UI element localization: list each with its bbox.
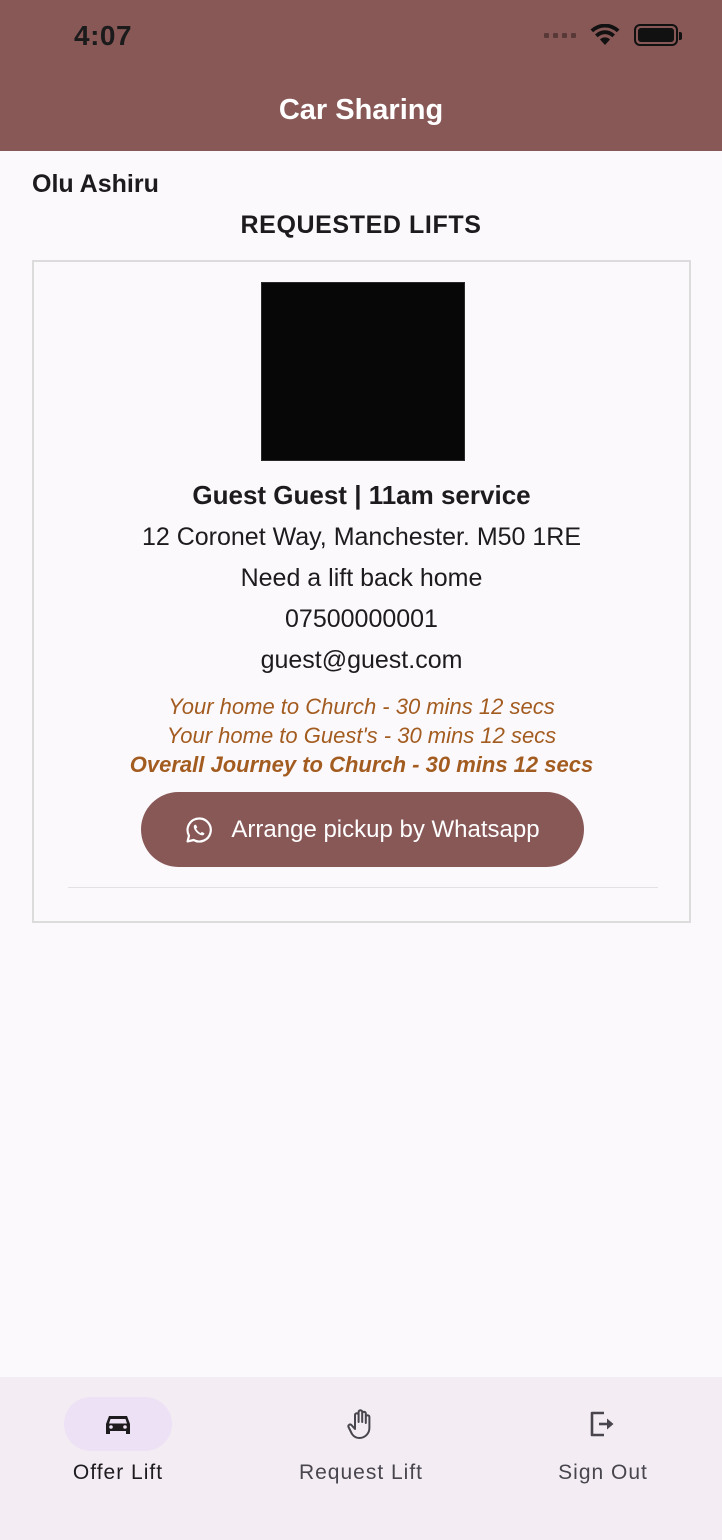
nav-offer-lift[interactable]: Offer Lift: [18, 1397, 218, 1497]
wifi-icon: [590, 24, 620, 45]
status-time: 4:07: [74, 20, 133, 51]
nav-sign-out[interactable]: Sign Out: [503, 1397, 703, 1497]
car-icon: [106, 1416, 130, 1434]
guest-photo: [261, 282, 465, 461]
lift-note: Need a lift back home: [240, 564, 483, 592]
hand-icon: [347, 1409, 371, 1439]
nav-request-lift[interactable]: Request Lift: [261, 1397, 461, 1497]
lift-request-card: Guest Guest | 11am service 12 Coronet Wa…: [32, 260, 691, 923]
guest-phone: 07500000001: [285, 605, 438, 633]
journey-home-to-church: Your home to Church - 30 mins 12 secs: [168, 694, 555, 719]
journey-home-to-guest: Your home to Guest's - 30 mins 12 secs: [166, 723, 557, 748]
user-name: Olu Ashiru: [32, 170, 159, 198]
logout-icon: [590, 1411, 614, 1437]
cellular-signal-icon: [544, 32, 576, 38]
app-title: Car Sharing: [278, 94, 444, 126]
guest-address: 12 Coronet Way, Manchester. M50 1RE: [141, 523, 582, 551]
guest-name-service: Guest Guest | 11am service: [192, 480, 531, 510]
screen: 4:07 Car Sharing Olu Ashiru REQUESTED LI…: [0, 0, 722, 1540]
battery-icon: [634, 24, 682, 46]
journey-overall: Overall Journey to Church - 30 mins 12 s…: [129, 752, 594, 777]
whatsapp-icon: [186, 816, 213, 843]
bottom-navigation: Offer Lift Request Lift Sign Out: [0, 1377, 722, 1540]
nav-label-request-lift: Request Lift: [298, 1461, 424, 1484]
nav-label-sign-out: Sign Out: [558, 1461, 648, 1484]
card-divider: [68, 887, 658, 888]
nav-label-offer-lift: Offer Lift: [72, 1461, 164, 1484]
section-title: REQUESTED LIFTS: [240, 211, 482, 239]
guest-email: guest@guest.com: [260, 646, 463, 674]
app-header: 4:07 Car Sharing: [0, 0, 722, 151]
arrange-pickup-whatsapp-button[interactable]: Arrange pickup by Whatsapp: [141, 792, 584, 867]
whatsapp-button-label: Arrange pickup by Whatsapp: [231, 815, 540, 843]
status-icons: [544, 24, 682, 46]
nav-active-indicator: [64, 1397, 172, 1451]
